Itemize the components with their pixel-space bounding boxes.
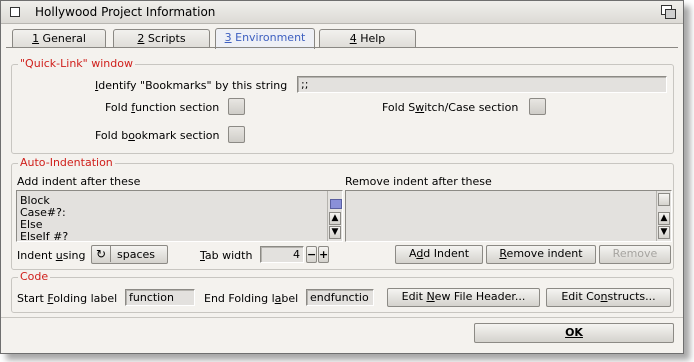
remove-list-scrollbar[interactable]: ▲ ▼: [656, 191, 671, 241]
list-item[interactable]: Case#?:: [17, 207, 342, 219]
start-folding-label: Start Folding label: [17, 292, 118, 305]
project-info-window: Hollywood Project Information 1 General …: [0, 0, 684, 354]
fold-switch-label: Fold Switch/Case section: [382, 101, 519, 114]
tab-divider: [6, 47, 678, 48]
title-bar[interactable]: Hollywood Project Information: [1, 1, 683, 24]
fold-switch-checkbox[interactable]: [529, 98, 546, 115]
scroll-thumb[interactable]: [330, 199, 342, 209]
close-window-icon[interactable]: [10, 7, 20, 17]
arrow-up-icon[interactable]: ▲: [329, 212, 341, 225]
arrow-down-icon[interactable]: ▼: [658, 226, 670, 239]
depth-gadget-icon[interactable]: [661, 5, 676, 19]
remove-button-disabled: Remove: [599, 245, 671, 264]
add-indent-header: Add indent after these: [17, 175, 141, 188]
tab-width-increment[interactable]: +: [318, 246, 329, 263]
code-legend: Code: [18, 270, 51, 283]
identify-label: Identify "Bookmarks" by this string: [95, 79, 288, 92]
arrow-up-icon[interactable]: ▲: [658, 212, 670, 225]
end-folding-label: End Folding label: [204, 292, 299, 305]
ok-button[interactable]: OK: [474, 323, 674, 343]
add-indent-list[interactable]: Block Case#?: Else ElseIf #? ▲ ▼: [16, 190, 343, 242]
start-folding-input[interactable]: function: [125, 289, 195, 306]
indent-using-label: Indent using: [17, 249, 86, 262]
add-list-scrollbar[interactable]: ▲ ▼: [327, 191, 342, 241]
remove-indent-button[interactable]: Remove indent: [486, 245, 596, 264]
edit-file-header-button[interactable]: Edit New File Header...: [387, 288, 540, 307]
fold-bookmark-label: Fold bookmark section: [95, 129, 220, 142]
add-indent-button[interactable]: Add Indent: [395, 245, 483, 264]
tab-width-label: Tab width: [200, 249, 253, 262]
tab-width-decrement[interactable]: −: [306, 246, 317, 263]
scroll-thumb[interactable]: [658, 193, 670, 206]
window-title: Hollywood Project Information: [35, 5, 216, 19]
fold-function-checkbox[interactable]: [228, 98, 245, 115]
bookmark-string-input[interactable]: ;;: [297, 76, 667, 93]
fold-function-label: Fold function section: [105, 101, 220, 114]
remove-indent-header: Remove indent after these: [345, 175, 492, 188]
indent-mode-cycle[interactable]: ↻ spaces: [91, 245, 168, 264]
cycle-icon: ↻: [92, 246, 111, 262]
arrow-down-icon[interactable]: ▼: [329, 226, 341, 239]
footer-divider: [1, 317, 683, 318]
tab-scripts[interactable]: 2 Scripts: [113, 29, 210, 48]
tab-general[interactable]: 1 General: [12, 29, 106, 48]
fold-bookmark-checkbox[interactable]: [228, 126, 245, 143]
list-item[interactable]: Block: [17, 195, 342, 207]
quicklink-legend: "Quick-Link" window: [18, 57, 135, 70]
tab-environment[interactable]: 3 Environment: [215, 28, 315, 49]
tab-help[interactable]: 4 Help: [319, 29, 416, 48]
remove-indent-list[interactable]: ▲ ▼: [345, 190, 672, 242]
edit-constructs-button[interactable]: Edit Constructs...: [546, 288, 671, 307]
autoindent-legend: Auto-Indentation: [18, 156, 115, 169]
list-item[interactable]: ElseIf #?: [17, 231, 342, 242]
tab-width-input[interactable]: 4: [260, 246, 304, 263]
end-folding-input[interactable]: endfunctio: [306, 289, 374, 306]
